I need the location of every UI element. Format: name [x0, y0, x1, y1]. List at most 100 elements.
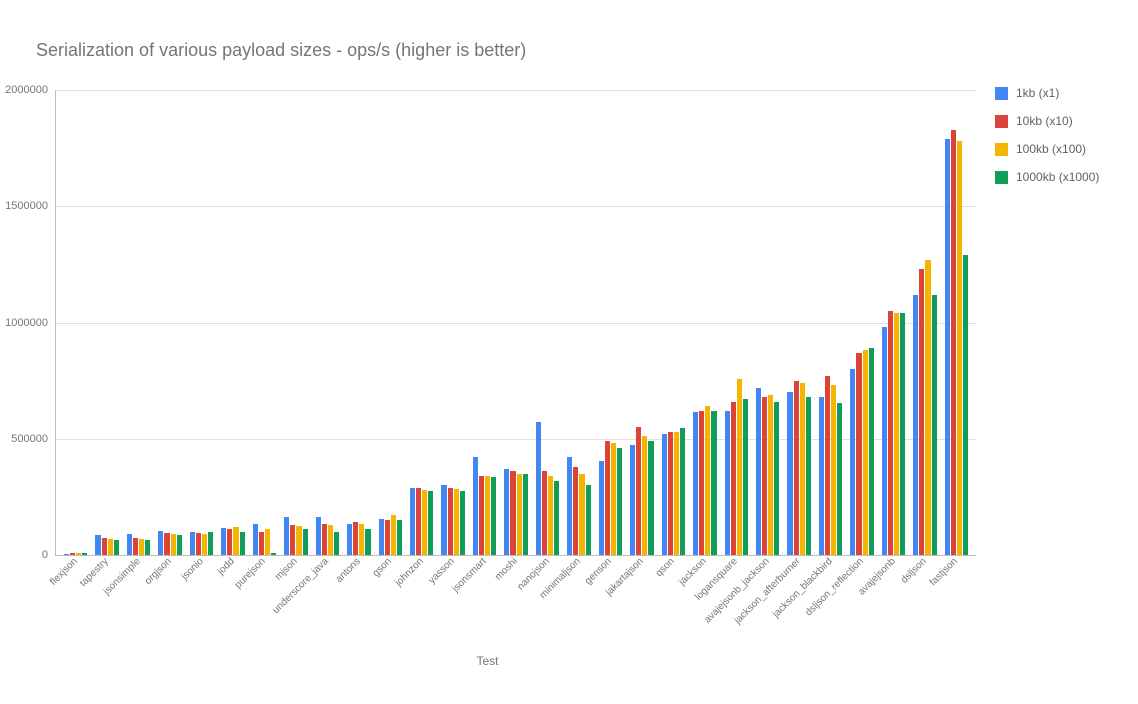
bar	[479, 476, 484, 555]
bar	[731, 402, 736, 555]
bar	[957, 141, 962, 555]
bar	[422, 490, 427, 555]
bars-container: flexjsontapestryjsonsimpleorgjsonjsonioj…	[56, 90, 976, 555]
bar	[900, 313, 905, 555]
bar	[711, 411, 716, 555]
bar	[441, 485, 446, 555]
bar	[945, 139, 950, 555]
bar-group: underscore_java	[312, 90, 343, 555]
bar	[831, 385, 836, 555]
bar	[725, 411, 730, 555]
legend-label: 1000kb (x1000)	[1016, 170, 1099, 184]
legend-label: 100kb (x100)	[1016, 142, 1086, 156]
bar	[510, 471, 515, 555]
bar-group: mjson	[280, 90, 311, 555]
bar-group: jackson	[689, 90, 720, 555]
bar	[221, 528, 226, 555]
bar	[379, 519, 384, 555]
bar-group: orgjson	[154, 90, 185, 555]
bar	[517, 474, 522, 555]
bar	[416, 488, 421, 555]
bar-group: dsljson_reflection	[846, 90, 877, 555]
y-tick-label: 500000	[0, 433, 48, 445]
bar	[548, 476, 553, 555]
bar	[951, 130, 956, 555]
bar	[579, 474, 584, 555]
legend: 1kb (x1) 10kb (x10) 100kb (x100) 1000kb (x1…	[995, 86, 1099, 198]
bar-group: jackson_blackbird	[815, 90, 846, 555]
bar	[894, 313, 899, 555]
legend-label: 10kb (x10)	[1016, 114, 1073, 128]
bar	[504, 469, 509, 555]
legend-label: 1kb (x1)	[1016, 86, 1059, 100]
y-tick-label: 1500000	[0, 200, 48, 212]
bar-group: antons	[343, 90, 374, 555]
bar-group: genson	[595, 90, 626, 555]
bar	[448, 488, 453, 555]
chart-title: Serialization of various payload sizes -…	[36, 40, 526, 61]
bar-group: yasson	[437, 90, 468, 555]
bar	[605, 441, 610, 555]
bar	[64, 554, 69, 555]
bar	[196, 533, 201, 555]
bar	[825, 376, 830, 555]
legend-swatch	[995, 143, 1008, 156]
legend-swatch	[995, 171, 1008, 184]
bar	[856, 353, 861, 555]
bar	[410, 488, 415, 555]
bar-group: jakartajson	[626, 90, 657, 555]
bar	[347, 524, 352, 555]
bar	[636, 427, 641, 555]
bar	[963, 255, 968, 555]
bar	[919, 269, 924, 555]
bar	[253, 524, 258, 555]
bar	[932, 295, 937, 555]
bar-group: avajejsonb	[878, 90, 909, 555]
bar	[869, 348, 874, 555]
bar	[648, 441, 653, 555]
bar	[837, 403, 842, 555]
legend-item: 1000kb (x1000)	[995, 170, 1099, 184]
bar	[680, 428, 685, 555]
bar	[322, 524, 327, 555]
bar	[642, 436, 647, 555]
y-tick-label: 1000000	[0, 317, 48, 329]
y-tick-label: 0	[0, 549, 48, 561]
bar	[127, 534, 132, 555]
bar	[95, 535, 100, 555]
bar	[542, 471, 547, 555]
bar-group: purejson	[249, 90, 280, 555]
bar	[925, 260, 930, 555]
legend-item: 100kb (x100)	[995, 142, 1099, 156]
bar	[536, 422, 541, 555]
bar-group: nanojson	[532, 90, 563, 555]
bar	[227, 529, 232, 555]
bar-group: logansquare	[721, 90, 752, 555]
bar	[668, 432, 673, 555]
bar	[768, 395, 773, 555]
bar	[737, 379, 742, 555]
bar	[699, 411, 704, 555]
bar-group: fastjson	[941, 90, 972, 555]
bar	[774, 402, 779, 555]
bar	[705, 406, 710, 555]
bar	[882, 327, 887, 555]
bar	[662, 434, 667, 555]
bar	[850, 369, 855, 555]
bar-group: dsljson	[909, 90, 940, 555]
bar	[674, 432, 679, 555]
y-tick-label: 2000000	[0, 84, 48, 96]
bar	[573, 467, 578, 555]
bar	[353, 522, 358, 555]
bar	[913, 295, 918, 555]
bar	[567, 457, 572, 555]
bar-group: minimaljson	[563, 90, 594, 555]
bar-group: moshi	[500, 90, 531, 555]
legend-item: 10kb (x10)	[995, 114, 1099, 128]
chart-page: Serialization of various payload sizes -…	[0, 0, 1138, 704]
bar	[819, 397, 824, 555]
bar	[888, 311, 893, 555]
bar	[385, 520, 390, 555]
legend-item: 1kb (x1)	[995, 86, 1099, 100]
bar	[290, 525, 295, 555]
